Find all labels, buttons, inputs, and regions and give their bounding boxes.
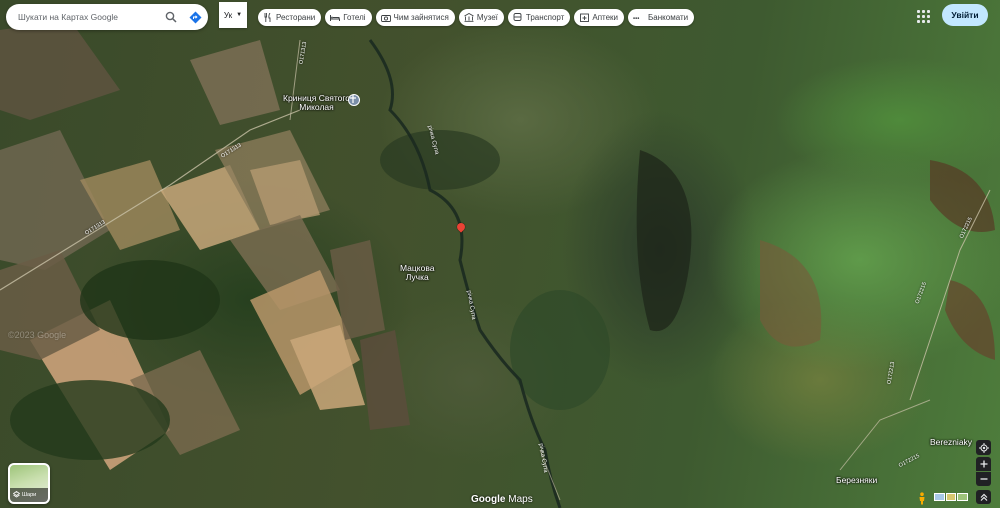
chip-museums[interactable]: Музеї — [458, 9, 504, 26]
transit-icon — [513, 13, 523, 23]
apps-grid-icon[interactable] — [914, 7, 932, 25]
berezniaky-label[interactable]: Березняки — [836, 476, 877, 485]
brand-google: Google — [471, 494, 506, 505]
poi-label[interactable]: Криниця Святого Миколая — [283, 94, 350, 112]
berezniaky-latin-label[interactable]: Berezniaky — [930, 438, 972, 447]
satellite-map[interactable]: Криниця Святого Миколая Мацкова Лучка Be… — [0, 0, 1000, 508]
search-input[interactable] — [18, 12, 156, 22]
terrain-thumbnail[interactable] — [934, 493, 945, 501]
museum-icon — [464, 13, 474, 23]
atm-icon: ••• — [633, 13, 645, 23]
zoom-out-button[interactable] — [976, 472, 991, 486]
brand-maps: Maps — [508, 494, 533, 505]
map-terrain — [0, 20, 995, 508]
chip-label: Музеї — [476, 13, 498, 22]
restaurant-icon — [263, 13, 273, 23]
layers-label: Шари — [22, 492, 37, 498]
layers-row: Шари — [10, 488, 48, 502]
category-chips: Ресторани Готелі Чим зайнятися Музеї Тра… — [258, 9, 695, 26]
plus-icon — [980, 460, 987, 468]
chip-label: Банкомати — [648, 13, 689, 22]
chip-pharmacies[interactable]: Аптеки — [574, 9, 625, 26]
map-watermark: ©2023 Google — [8, 330, 67, 340]
chip-label: Чим зайнятися — [393, 13, 449, 22]
imagery-thumbnails[interactable] — [934, 493, 969, 501]
pegman-icon[interactable] — [916, 491, 928, 505]
directions-icon[interactable] — [186, 8, 204, 26]
my-location-button[interactable] — [976, 440, 991, 455]
chip-label: Аптеки — [592, 13, 619, 22]
chip-hotels[interactable]: Готелі — [325, 9, 372, 26]
biking-thumbnail[interactable] — [957, 493, 969, 501]
chip-label: Транспорт — [525, 13, 565, 22]
chip-atms[interactable]: ••• Банкомати — [628, 9, 695, 26]
chip-label: Ресторани — [276, 13, 316, 22]
village-label-line2: Лучка — [405, 272, 429, 282]
chip-label: Готелі — [343, 13, 366, 22]
google-maps-logo: Google Maps — [471, 494, 533, 505]
hotel-icon — [330, 13, 341, 23]
zoom-in-button[interactable] — [976, 457, 991, 471]
minus-icon — [980, 478, 987, 480]
chip-restaurants[interactable]: Ресторани — [258, 9, 322, 26]
chip-transit[interactable]: Транспорт — [507, 9, 571, 26]
poi-label-line2: Миколая — [299, 102, 334, 112]
chevron-up-icon — [980, 493, 987, 501]
layers-button[interactable]: Шари — [8, 463, 50, 504]
expand-button[interactable] — [976, 490, 991, 504]
layers-icon — [12, 490, 21, 500]
poi-marker-icon[interactable] — [348, 94, 360, 106]
village-label[interactable]: Мацкова Лучка — [400, 264, 434, 282]
pharmacy-icon — [579, 13, 589, 23]
search-box[interactable] — [6, 4, 208, 30]
search-icon[interactable] — [162, 8, 180, 26]
chevron-down-icon: ▼ — [236, 12, 243, 18]
svg-text:•••: ••• — [633, 16, 639, 22]
chip-things-to-do[interactable]: Чим зайнятися — [375, 9, 455, 26]
my-location-icon — [978, 442, 989, 453]
language-value: Ук — [223, 10, 233, 20]
language-select[interactable]: Ук ▼ — [219, 2, 247, 28]
traffic-thumbnail[interactable] — [945, 493, 957, 501]
camera-icon — [380, 13, 391, 23]
signin-button[interactable]: Увійти — [942, 4, 988, 26]
